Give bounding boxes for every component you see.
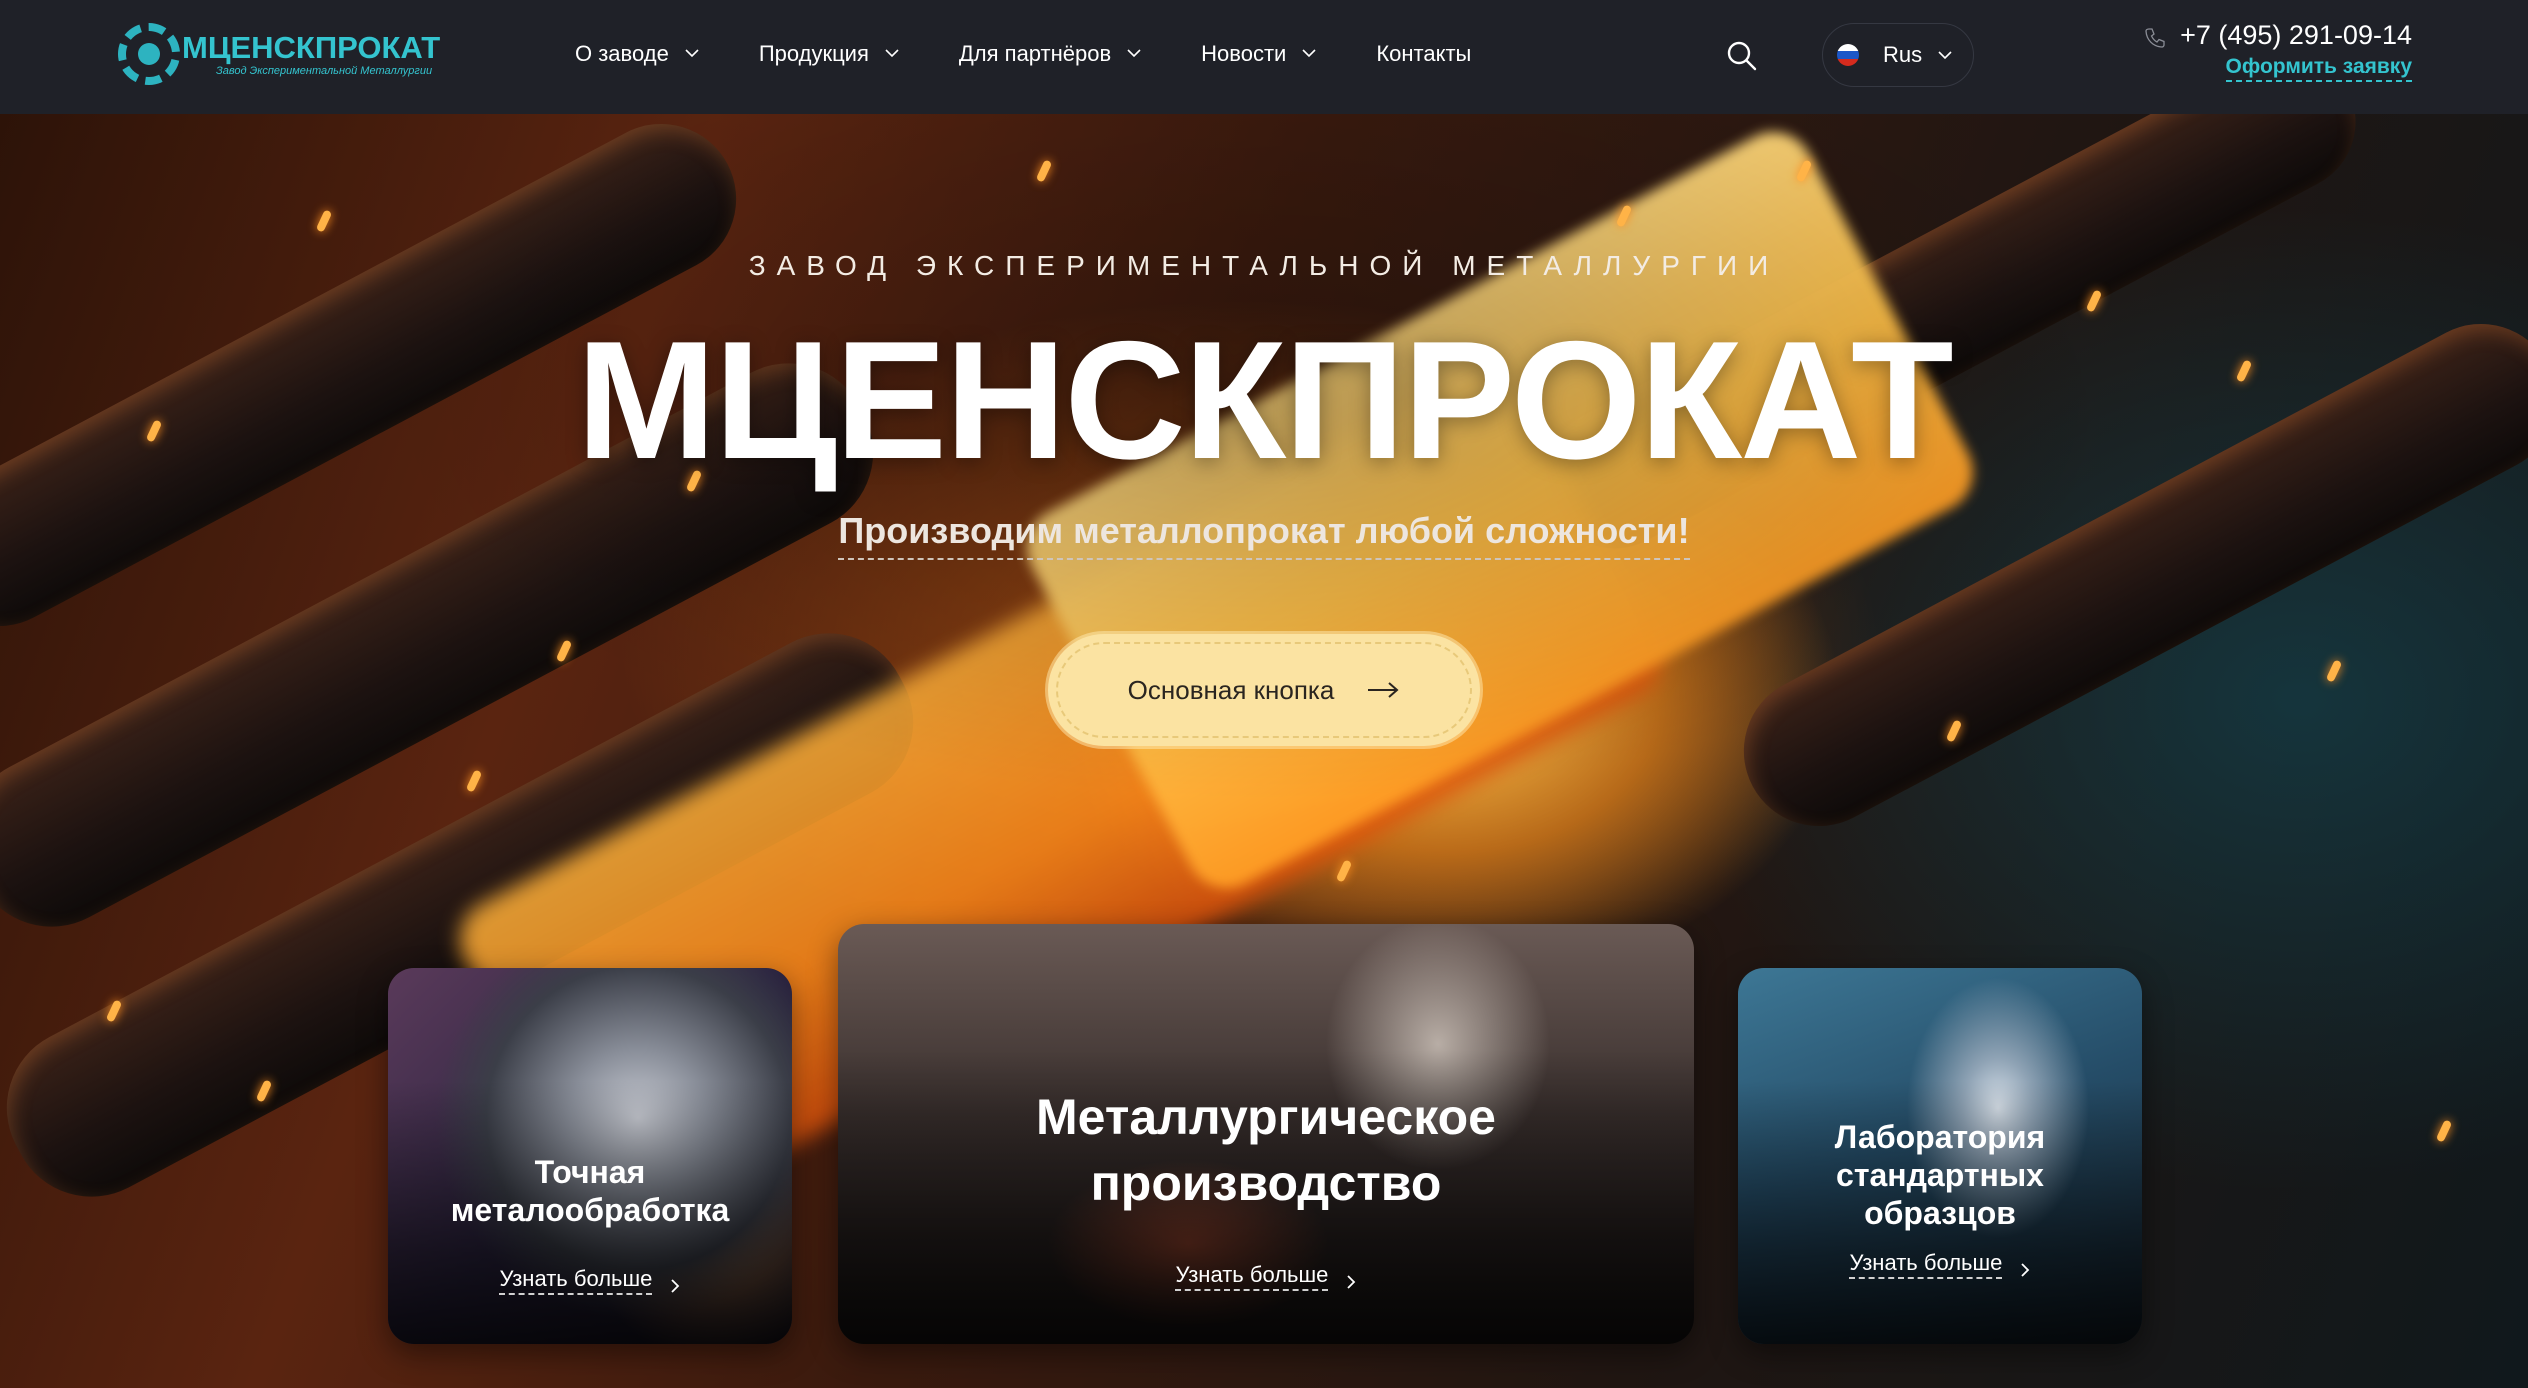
- card-title: Металлургическое производство: [1036, 1089, 1496, 1211]
- service-card-metallurgy[interactable]: Металлургическое производство Узнать бол…: [838, 924, 1694, 1344]
- hero-subtitle: ЗАВОД ЭКСПЕРИМЕНТАЛЬНОЙ МЕТАЛЛУРГИИ: [748, 250, 1780, 281]
- language-label: Rus: [1883, 42, 1923, 67]
- chevron-right-icon: [2019, 1257, 2031, 1277]
- service-card-laboratory[interactable]: Лаборатория стандартных образцов Узнать …: [1738, 968, 2142, 1344]
- card-learn-more-link[interactable]: Узнать больше: [838, 1262, 1694, 1291]
- gear-logo-icon: [118, 23, 180, 85]
- order-request-link[interactable]: Оформить заявку: [2225, 55, 2412, 82]
- nav-item-label: Контакты: [1376, 41, 1472, 66]
- contact-block: +7 (495) 291-09-14 Оформить заявку: [2144, 20, 2412, 82]
- search-icon[interactable]: [1726, 40, 1758, 72]
- hero-title: МЦЕНСКПРОКАТ: [576, 306, 1953, 494]
- nav-item-label: Для партнёров: [958, 41, 1112, 66]
- phone-icon: [2144, 25, 2166, 48]
- card-learn-more-link[interactable]: Узнать больше: [1738, 1250, 2142, 1279]
- chevron-down-icon: [1938, 50, 1952, 60]
- hero-tagline: Производим металлопрокат любой сложности…: [838, 510, 1690, 560]
- card-title: Точная металообработка: [450, 1154, 730, 1228]
- phone-text: +7 (495) 291-09-14: [2180, 20, 2412, 50]
- card-learn-more-link[interactable]: Узнать больше: [388, 1266, 792, 1295]
- main-nav: О заводе Продукция Для партнёров Новости…: [575, 36, 1533, 72]
- language-selector[interactable]: Rus: [1822, 23, 1974, 87]
- phone-number[interactable]: +7 (495) 291-09-14: [2144, 20, 2412, 51]
- nav-item-contacts[interactable]: Контакты: [1376, 36, 1471, 72]
- nav-item-products[interactable]: Продукция: [758, 36, 899, 72]
- chevron-right-icon: [1345, 1269, 1357, 1289]
- nav-item-news[interactable]: Новости: [1201, 36, 1316, 72]
- site-header: МЦЕНСКПРОКАТ Завод Экспериментальной Мет…: [0, 0, 2528, 114]
- nav-item-partners[interactable]: Для партнёров: [958, 36, 1141, 72]
- main-cta-button[interactable]: Основная кнопка: [1048, 634, 1480, 746]
- russia-flag-icon: [1837, 44, 1859, 66]
- arrow-right-icon: [1366, 681, 1400, 699]
- logo-title: МЦЕНСКПРОКАТ: [182, 30, 441, 65]
- service-card-machining[interactable]: Точная металообработка Узнать больше: [388, 968, 792, 1344]
- site-logo[interactable]: МЦЕНСКПРОКАТ Завод Экспериментальной Мет…: [118, 20, 440, 88]
- nav-item-label: Новости: [1201, 41, 1287, 66]
- chevron-down-icon: [1127, 48, 1141, 60]
- nav-item-about[interactable]: О заводе: [575, 36, 699, 72]
- nav-item-label: Продукция: [758, 41, 869, 66]
- chevron-down-icon: [885, 48, 899, 60]
- card-title: Лаборатория стандартных образцов: [1834, 1119, 2046, 1231]
- cta-label: Основная кнопка: [1127, 674, 1335, 705]
- chevron-down-icon: [685, 48, 699, 60]
- chevron-down-icon: [1302, 48, 1316, 60]
- nav-item-label: О заводе: [575, 41, 669, 66]
- logo-subtitle: Завод Экспериментальной Металлургии: [216, 65, 433, 77]
- chevron-right-icon: [669, 1273, 681, 1293]
